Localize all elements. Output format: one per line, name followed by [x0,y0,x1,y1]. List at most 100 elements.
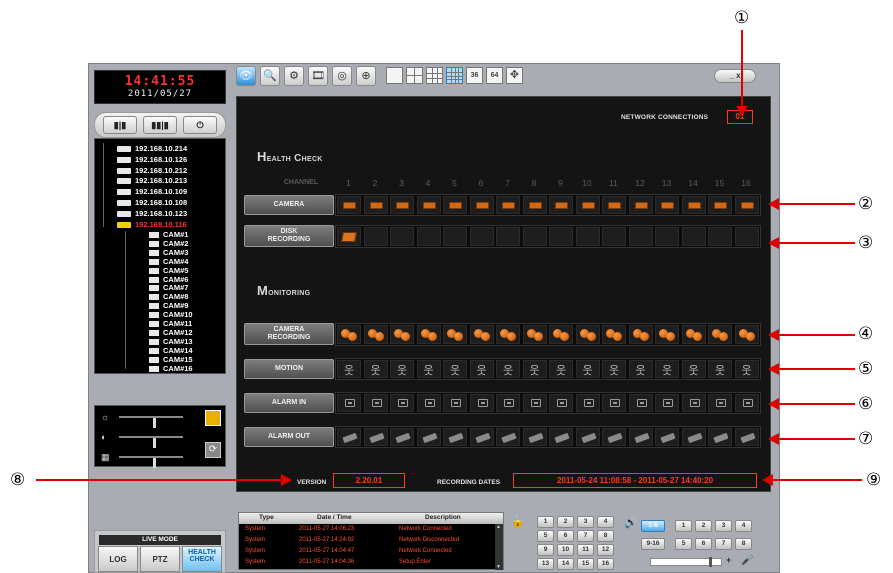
contrast-slider[interactable]: ◐ [97,430,205,448]
log-scrollbar[interactable] [495,524,503,570]
tree-camera-item[interactable]: CAM#10 [149,310,193,319]
status-cell [575,325,600,344]
tree-camera-item[interactable]: CAM#2 [149,239,188,248]
alarm-out-siren-icon [607,432,623,444]
log-row[interactable]: System 2011-05-27 14:24:02 Network Disconn… [239,537,495,545]
tree-device-item[interactable]: 192.168.10.214 [117,143,187,154]
layout-36-icon[interactable]: 36 [466,67,483,84]
search-icon[interactable]: 🔍 [260,66,280,86]
mic-icon[interactable]: 🎤 [741,555,753,566]
channel-button[interactable]: 13 [537,558,554,570]
channel-group-button[interactable]: 9-16 [641,538,665,550]
speaker-icon[interactable]: 🔊 [624,517,638,529]
audio-channel-button[interactable]: 6 [695,538,712,550]
volume-slider[interactable] [650,557,722,567]
channel-button[interactable]: 6 [557,530,574,542]
motion-row-label: MOTION [244,359,334,379]
audio-channel-button[interactable]: 4 [735,520,752,532]
tree-device-item[interactable]: 192.168.10.109 [117,186,187,197]
tree-camera-item[interactable]: CAM#11 [149,319,192,328]
tree-camera-item[interactable]: CAM#9 [149,301,188,310]
audio-channel-button[interactable]: 7 [715,538,732,550]
channel-group-button[interactable]: 1-8 [641,520,665,532]
record-icon[interactable]: ◎ [332,66,352,86]
tree-device-item[interactable]: 192.168.10.116 [117,219,187,230]
channel-button[interactable]: 7 [577,530,594,542]
layout-1-icon[interactable] [386,67,403,84]
lock-icon[interactable]: 🔒 [511,516,525,528]
log-button[interactable]: LOG [98,546,138,572]
channel-button[interactable]: 8 [597,530,614,542]
tree-camera-item[interactable]: CAM#16 [149,364,193,373]
channel-button[interactable]: 15 [577,558,594,570]
health-check-button[interactable]: HEALTH CHECK [182,546,222,572]
volume-plus-icon[interactable]: + [726,555,731,565]
channel-button[interactable]: 11 [577,544,594,556]
channel-button[interactable]: 9 [537,544,554,556]
channel-button[interactable]: 16 [597,558,614,570]
channel-button[interactable]: 10 [557,544,574,556]
audio-channel-button[interactable]: 5 [675,538,692,550]
playback-icon[interactable]: 🎞 [308,66,328,86]
fullscreen-icon[interactable]: ✥ [506,67,523,84]
camera-icon [149,356,159,363]
log-row[interactable]: System 2011-05-27 14:04:47 Network Connect… [239,548,495,556]
channel-button[interactable]: 12 [597,544,614,556]
layout-64-icon[interactable]: 64 [486,67,503,84]
live-view-icon[interactable]: 👁 [236,66,256,86]
tree-camera-item[interactable]: CAM#3 [149,248,188,257]
channel-button[interactable]: 4 [597,516,614,528]
volume-knob[interactable] [709,557,712,567]
tree-camera-item[interactable]: CAM#8 [149,292,188,301]
event-log[interactable]: Type Date / Time Description System 2011-… [238,512,504,570]
audio-channel-button[interactable]: 2 [695,520,712,532]
tree-camera-item[interactable]: CAM#15 [149,355,193,364]
ptz-button[interactable]: PTZ [140,546,180,572]
device-icon [117,156,131,163]
log-row[interactable]: System 2011-05-27 14:06:23 Network Connect… [239,526,495,534]
adjust-reset-icon[interactable]: ⟳ [205,442,221,458]
slider-knob[interactable] [153,458,156,468]
status-cell [522,325,547,344]
layout-9-icon[interactable] [426,67,443,84]
tree-device-item[interactable]: 192.168.10.212 [117,165,187,176]
adjust-apply-button[interactable] [205,410,221,426]
color-slider[interactable]: ▦ [97,450,205,468]
split-3-button[interactable]: ▮▮|▮ [143,116,177,134]
tree-camera-item[interactable]: CAM#14 [149,346,193,355]
tree-camera-item[interactable]: CAM#6 [149,275,188,284]
slider-knob[interactable] [153,418,156,428]
tree-camera-item[interactable]: CAM#5 [149,266,188,275]
tree-camera-item[interactable]: CAM#12 [149,328,193,337]
tree-device-item[interactable]: 192.168.10.108 [117,197,187,208]
tree-camera-item[interactable]: CAM#1 [149,230,188,239]
tree-device-item[interactable]: 192.168.10.213 [117,175,187,186]
channel-button[interactable]: 14 [557,558,574,570]
network-icon[interactable]: ⊕ [356,66,376,86]
channel-button[interactable]: 1 [537,516,554,528]
brightness-slider[interactable]: ☼ [97,410,205,428]
log-row[interactable]: System 2011-05-27 14:04:36 Setup Enter [239,559,495,567]
audio-channel-button[interactable]: 8 [735,538,752,550]
channel-button[interactable]: 2 [557,516,574,528]
channel-number: 12 [635,178,645,188]
window-controls[interactable]: _ x [714,69,756,83]
tree-connector [125,231,126,369]
split-2-button[interactable]: ▮|▮ [103,116,137,134]
alarm-out-status-row [335,426,761,448]
tree-device-item[interactable]: 192.168.10.123 [117,208,187,219]
setup-icon[interactable]: ⚙ [284,66,304,86]
power-button[interactable]: ⏻ [183,116,217,134]
audio-channel-button[interactable]: 1 [675,520,692,532]
status-cell [628,196,653,214]
tree-device-item[interactable]: 192.168.10.126 [117,154,187,165]
audio-channel-button[interactable]: 3 [715,520,732,532]
tree-camera-item[interactable]: CAM#4 [149,257,188,266]
layout-16-icon[interactable] [446,67,463,84]
tree-camera-item[interactable]: CAM#13 [149,337,193,346]
slider-knob[interactable] [153,438,156,448]
layout-4-icon[interactable] [406,67,423,84]
tree-camera-item[interactable]: CAM#7 [149,283,188,292]
channel-button[interactable]: 3 [577,516,594,528]
channel-button[interactable]: 5 [537,530,554,542]
